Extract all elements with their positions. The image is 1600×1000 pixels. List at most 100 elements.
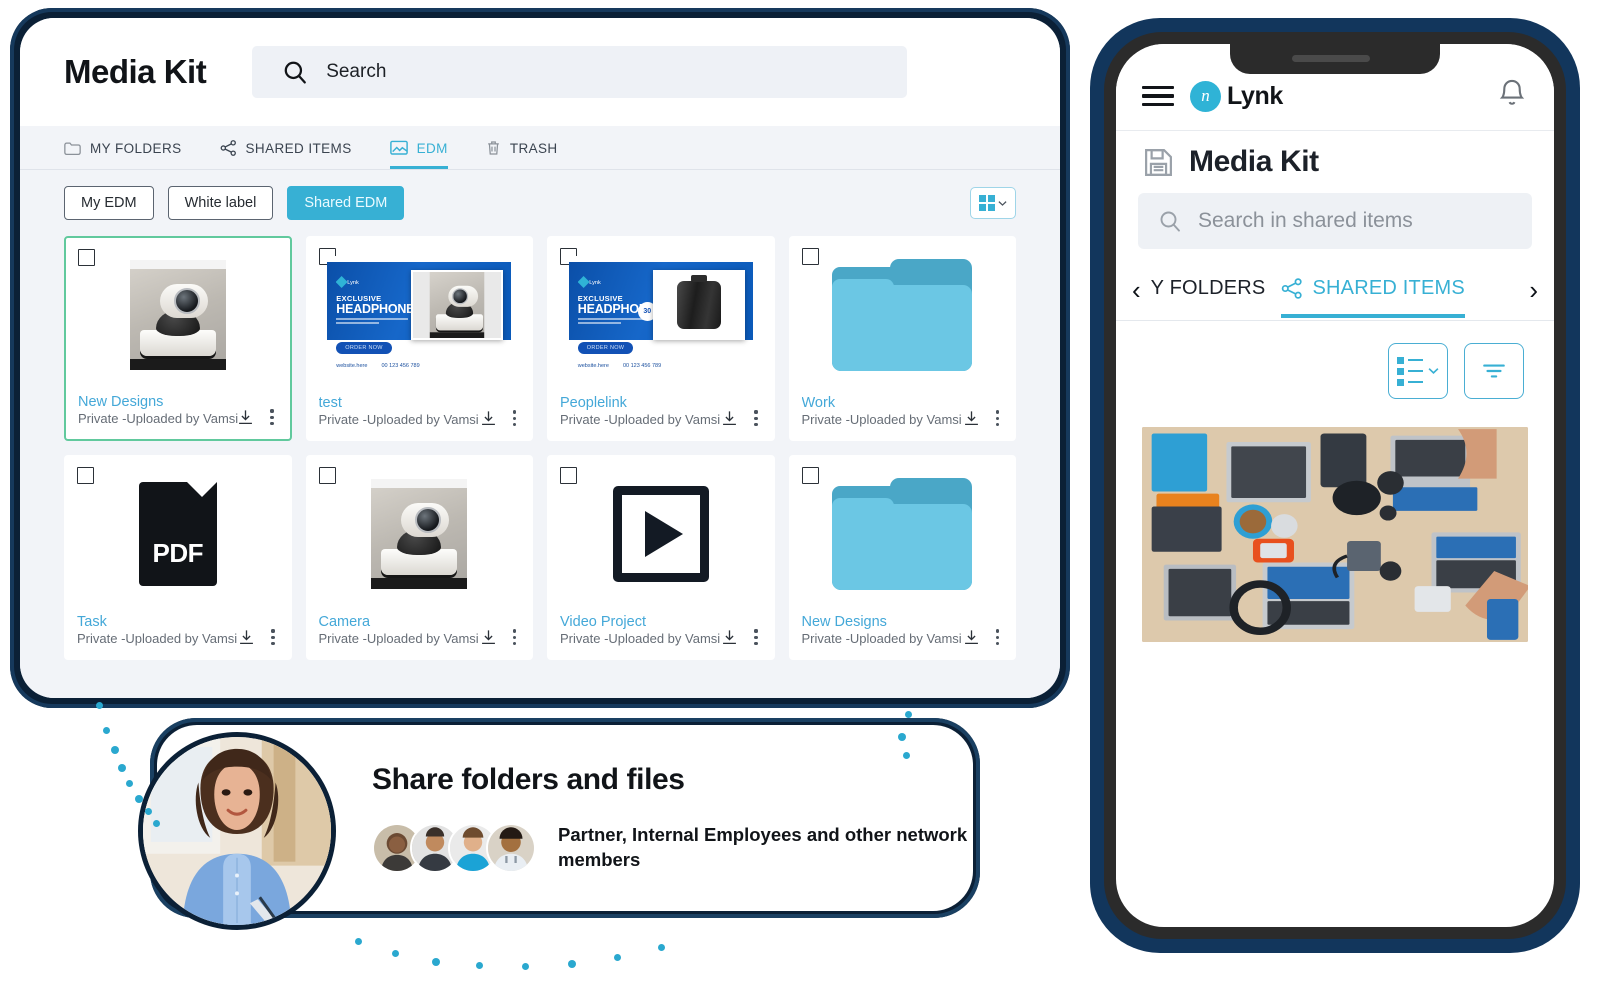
phone-device-frame: n Lynk Media Kit Search in shared items … — [1090, 18, 1580, 953]
file-meta: Private -Uploaded by Vamsi — [801, 412, 962, 428]
folder-icon — [832, 259, 973, 372]
connector-dot — [658, 944, 665, 951]
more-vertical-icon[interactable] — [750, 627, 761, 647]
card-checkbox[interactable] — [318, 467, 336, 484]
card-thumbnail-area — [790, 237, 1016, 394]
lynk-logo-icon: Lynk — [336, 276, 359, 289]
page-title: Media Kit — [64, 53, 207, 90]
phone-search-input[interactable]: Search in shared items — [1138, 193, 1532, 249]
connector-dot — [96, 702, 103, 709]
banner-cta-button[interactable]: ORDER NOW — [577, 342, 634, 355]
connector-dot — [145, 808, 152, 815]
card-checkbox[interactable] — [77, 467, 94, 484]
share-icon — [220, 140, 237, 156]
card-thumbnail-area — [790, 456, 1016, 613]
file-name: Task — [77, 613, 107, 630]
more-vertical-icon[interactable] — [992, 408, 1003, 428]
card-checkbox[interactable] — [801, 248, 819, 265]
banner-product-image — [411, 270, 504, 341]
download-icon[interactable] — [963, 410, 980, 427]
download-icon[interactable] — [721, 410, 738, 427]
phone-tab-my-folders[interactable]: Y FOLDERS — [1151, 277, 1266, 318]
file-name: Peoplelink — [560, 394, 627, 411]
connector-dot — [355, 938, 362, 945]
notification-bell-icon[interactable] — [1496, 77, 1528, 115]
more-vertical-icon[interactable] — [267, 627, 278, 647]
tablet-screen: Media Kit Search MY FOLDERS SHARED ITEMS… — [20, 18, 1060, 698]
file-meta: Private -Uploaded by Vamsi — [77, 631, 238, 647]
connector-dot — [522, 963, 529, 970]
file-card[interactable]: Lynk EXCLUSIVE HEADPHONE ORDER NOW websi… — [305, 236, 533, 441]
shared-item-photo[interactable] — [1142, 427, 1528, 642]
banner-cta-button[interactable]: ORDER NOW — [336, 342, 392, 355]
tab-shared-items[interactable]: SHARED ITEMS — [220, 140, 352, 169]
play-icon — [612, 486, 709, 583]
card-thumbnail-area: Lynk EXCLUSIVE HEADPHONE 30 ORDER NOW we… — [548, 237, 774, 394]
card-checkbox[interactable] — [560, 467, 577, 484]
card-thumbnail-area: PDF — [65, 456, 291, 613]
connector-dot — [111, 746, 119, 754]
banner-phone: 00 123 456 789 — [622, 363, 662, 370]
download-icon[interactable] — [721, 629, 738, 646]
card-checkbox[interactable] — [801, 467, 819, 484]
file-card[interactable]: Work Private -Uploaded by Vamsi — [788, 236, 1016, 441]
download-icon[interactable] — [480, 410, 497, 427]
tab-my-folders[interactable]: MY FOLDERS — [64, 141, 182, 169]
filter-button[interactable] — [1464, 343, 1524, 399]
file-meta: Private -Uploaded by Vamsi — [318, 631, 479, 647]
file-card[interactable]: Lynk EXCLUSIVE HEADPHONE 30 ORDER NOW we… — [547, 236, 775, 441]
trash-icon — [486, 140, 501, 156]
edm-filter-bar: My EDM White label Shared EDM — [20, 170, 1060, 220]
screenshot-root: Media Kit Search MY FOLDERS SHARED ITEMS… — [0, 0, 1600, 1000]
search-input[interactable]: Search — [252, 46, 908, 98]
tablet-tab-bar: MY FOLDERS SHARED ITEMS EDM TRASH — [20, 126, 1060, 170]
brand-name: Lynk — [1227, 81, 1283, 110]
file-card[interactable]: New Designs Private -Uploaded by Vamsi — [788, 455, 1016, 660]
list-sort-icon — [1397, 356, 1423, 386]
folder-thumbnail — [790, 456, 1016, 613]
connector-dot — [392, 950, 399, 957]
save-disk-icon — [1145, 148, 1172, 176]
download-icon[interactable] — [237, 409, 254, 426]
tab-edm[interactable]: EDM — [389, 140, 448, 169]
tabs-next-arrow-icon[interactable]: › — [1527, 275, 1540, 320]
file-card[interactable]: PDF Task Private -Uploaded by Vamsi — [64, 455, 292, 660]
phone-page-header: Media Kit — [1116, 130, 1554, 189]
phone-notch — [1230, 44, 1440, 74]
file-card[interactable]: Video Project Private -Uploaded by Vamsi — [547, 455, 775, 660]
tabs-prev-arrow-icon[interactable]: ‹ — [1130, 275, 1143, 320]
grid-view-toggle-button[interactable] — [970, 187, 1016, 219]
download-icon[interactable] — [238, 629, 255, 646]
share-icon — [1282, 278, 1303, 299]
more-vertical-icon[interactable] — [509, 627, 520, 647]
phone-tab-shared-items[interactable]: SHARED ITEMS — [1281, 277, 1465, 318]
more-vertical-icon[interactable] — [266, 407, 277, 427]
more-vertical-icon[interactable] — [992, 627, 1003, 647]
file-card[interactable]: New Designs Private -Uploaded by Vamsi — [64, 236, 292, 441]
phone-toolbar — [1116, 321, 1554, 399]
card-footer: New Designs Private -Uploaded by Vamsi — [790, 613, 1016, 659]
connector-dot — [568, 960, 576, 968]
more-vertical-icon[interactable] — [509, 408, 520, 428]
hamburger-menu-icon[interactable] — [1142, 85, 1174, 107]
file-grid: New Designs Private -Uploaded by Vamsi L… — [20, 220, 1060, 698]
filter-white-label[interactable]: White label — [167, 186, 274, 220]
file-card[interactable]: Camera Private -Uploaded by Vamsi — [305, 455, 533, 660]
card-thumbnail-area: Lynk EXCLUSIVE HEADPHONE ORDER NOW websi… — [307, 237, 533, 394]
download-icon[interactable] — [480, 629, 497, 646]
camera-photo-thumbnail — [66, 238, 290, 393]
tab-label: EDM — [416, 140, 448, 156]
folder-icon — [64, 141, 81, 156]
sort-list-button[interactable] — [1388, 343, 1448, 399]
file-meta: Private -Uploaded by Vamsi — [78, 411, 239, 427]
file-name: New Designs — [78, 393, 164, 410]
connector-dot — [432, 958, 440, 966]
filter-shared-edm[interactable]: Shared EDM — [287, 186, 405, 220]
tab-trash[interactable]: TRASH — [486, 140, 558, 169]
filter-my-edm[interactable]: My EDM — [64, 186, 154, 220]
more-vertical-icon[interactable] — [750, 408, 761, 428]
connector-dot — [905, 711, 912, 718]
download-icon[interactable] — [963, 629, 980, 646]
card-checkbox[interactable] — [78, 249, 95, 266]
card-footer: Work Private -Uploaded by Vamsi — [790, 394, 1016, 440]
